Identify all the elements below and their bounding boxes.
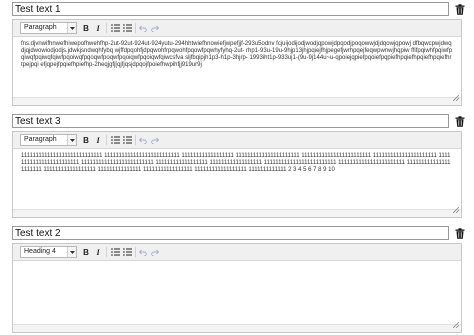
title-row	[12, 226, 474, 240]
redo-icon[interactable]	[150, 135, 160, 145]
format-select-value: Heading 4	[24, 248, 56, 255]
undo-icon[interactable]	[138, 135, 148, 145]
resize-grip-icon[interactable]	[452, 320, 460, 331]
editor-toolbar: Paragraph B I	[13, 132, 461, 149]
bullet-list-icon[interactable]	[110, 135, 120, 145]
editor-toolbar: Heading 4 B I	[13, 244, 461, 261]
editor-content[interactable]: fns.djvnwifhnwefhiwepofhwehfhp-2ut-92ut-…	[13, 37, 461, 73]
bold-icon[interactable]: B	[81, 23, 91, 33]
editor-statusbar	[13, 94, 461, 105]
bold-icon[interactable]: B	[81, 247, 91, 257]
italic-icon[interactable]: I	[93, 247, 103, 257]
toolbar-separator	[135, 135, 136, 145]
editor-content[interactable]	[13, 261, 461, 269]
title-input[interactable]	[12, 2, 449, 16]
title-row	[12, 2, 474, 16]
bold-icon[interactable]: B	[81, 135, 91, 145]
format-select[interactable]: Heading 4	[20, 246, 77, 258]
format-select-value: Paragraph	[24, 24, 57, 31]
editor-statusbar	[13, 321, 461, 332]
editor-statusbar	[13, 206, 461, 217]
title-row	[12, 114, 474, 128]
toolbar-separator	[135, 247, 136, 257]
resize-grip-icon[interactable]	[452, 93, 460, 104]
format-select[interactable]: Paragraph	[20, 134, 77, 146]
italic-icon[interactable]: I	[93, 23, 103, 33]
trash-icon[interactable]	[454, 226, 466, 240]
numbered-list-icon[interactable]	[122, 247, 132, 257]
editor-content[interactable]: 1111111111111111111111111111 11111111111…	[13, 149, 461, 178]
undo-icon[interactable]	[138, 247, 148, 257]
trash-icon[interactable]	[454, 2, 466, 16]
toolbar-separator	[106, 23, 107, 33]
trash-icon[interactable]	[454, 114, 466, 128]
rich-text-editor: Paragraph B I 11111111111111111111111111…	[12, 131, 462, 218]
chevron-down-icon	[67, 135, 76, 145]
bullet-list-icon[interactable]	[110, 23, 120, 33]
redo-icon[interactable]	[150, 23, 160, 33]
toolbar-separator	[106, 247, 107, 257]
toolbar-separator	[135, 23, 136, 33]
format-select-value: Paragraph	[24, 136, 57, 143]
chevron-down-icon	[67, 247, 76, 257]
undo-icon[interactable]	[138, 23, 148, 33]
rich-text-editor: Heading 4 B I	[12, 243, 462, 333]
italic-icon[interactable]: I	[93, 135, 103, 145]
toolbar-separator	[106, 135, 107, 145]
numbered-list-icon[interactable]	[122, 135, 132, 145]
rich-text-editor: Paragraph B I fns.djvnwifhnwefhiwepofhwe…	[12, 19, 462, 106]
format-select[interactable]: Paragraph	[20, 22, 77, 34]
editor-toolbar: Paragraph B I	[13, 20, 461, 37]
numbered-list-icon[interactable]	[122, 23, 132, 33]
title-input[interactable]	[12, 114, 449, 128]
title-input[interactable]	[12, 226, 449, 240]
chevron-down-icon	[67, 23, 76, 33]
redo-icon[interactable]	[150, 247, 160, 257]
bullet-list-icon[interactable]	[110, 247, 120, 257]
resize-grip-icon[interactable]	[452, 205, 460, 216]
